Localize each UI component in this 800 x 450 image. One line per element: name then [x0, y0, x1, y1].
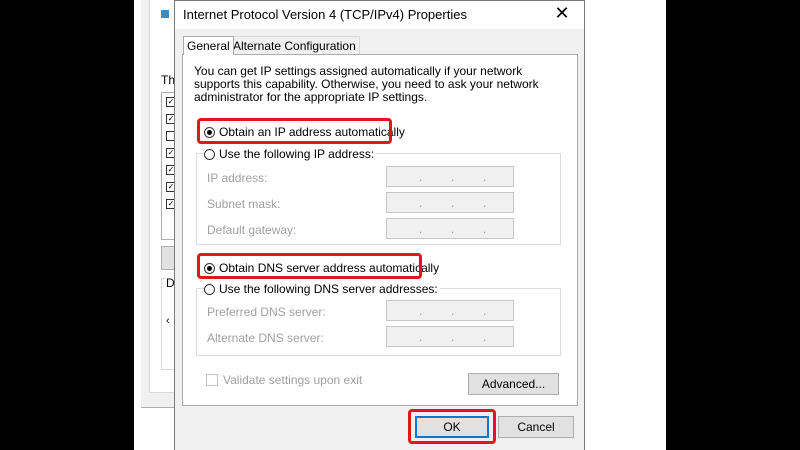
- description-text: You can get IP settings assigned automat…: [194, 64, 539, 104]
- preferred-dns-field[interactable]: ...: [386, 300, 514, 321]
- default-gateway-field[interactable]: ...: [386, 218, 514, 239]
- subnet-mask-field[interactable]: ...: [386, 192, 514, 213]
- network-icon: [161, 10, 169, 18]
- close-icon[interactable]: ✕: [550, 3, 574, 24]
- screenshot-stage: Th ✓ ✓ ✓ ✓ ✓ ✓ ‹ D Internet Protocol Ver…: [0, 0, 800, 450]
- ip-address-field[interactable]: ...: [386, 166, 514, 187]
- validate-settings-checkbox[interactable]: Validate settings upon exit: [206, 373, 362, 387]
- use-following-ip-radio[interactable]: Use the following IP address:: [204, 147, 377, 161]
- letterbox-left: [0, 0, 134, 450]
- cancel-button[interactable]: Cancel: [498, 416, 574, 438]
- subnet-mask-label: Subnet mask:: [207, 197, 281, 211]
- title-bar: Internet Protocol Version 4 (TCP/IPv4) P…: [175, 1, 584, 29]
- default-gateway-label: Default gateway:: [207, 223, 297, 237]
- validate-settings-label: Validate settings upon exit: [223, 373, 363, 387]
- ip-address-label: IP address:: [207, 171, 268, 185]
- tab-general[interactable]: General: [183, 36, 234, 55]
- highlight-box-dns-auto: [197, 253, 422, 279]
- radio-unselected-icon: [204, 148, 215, 160]
- preferred-dns-label: Preferred DNS server:: [207, 305, 326, 319]
- highlight-box-ip-auto: [197, 118, 392, 144]
- use-following-dns-radio[interactable]: Use the following DNS server addresses:: [204, 282, 440, 296]
- tab-alternate-configuration[interactable]: Alternate Configuration: [229, 36, 360, 54]
- advanced-button[interactable]: Advanced...: [468, 373, 559, 395]
- alternate-dns-label: Alternate DNS server:: [207, 331, 324, 345]
- letterbox-right: [666, 0, 800, 450]
- background-label: Th: [161, 73, 176, 87]
- alternate-dns-field[interactable]: ...: [386, 326, 514, 347]
- highlight-box-ok: [408, 409, 496, 444]
- dialog-title: Internet Protocol Version 4 (TCP/IPv4) P…: [183, 7, 467, 22]
- checkbox-box: [206, 374, 218, 386]
- use-following-dns-label: Use the following DNS server addresses:: [219, 282, 438, 296]
- use-following-ip-label: Use the following IP address:: [219, 147, 375, 161]
- radio-unselected-icon: [204, 283, 215, 295]
